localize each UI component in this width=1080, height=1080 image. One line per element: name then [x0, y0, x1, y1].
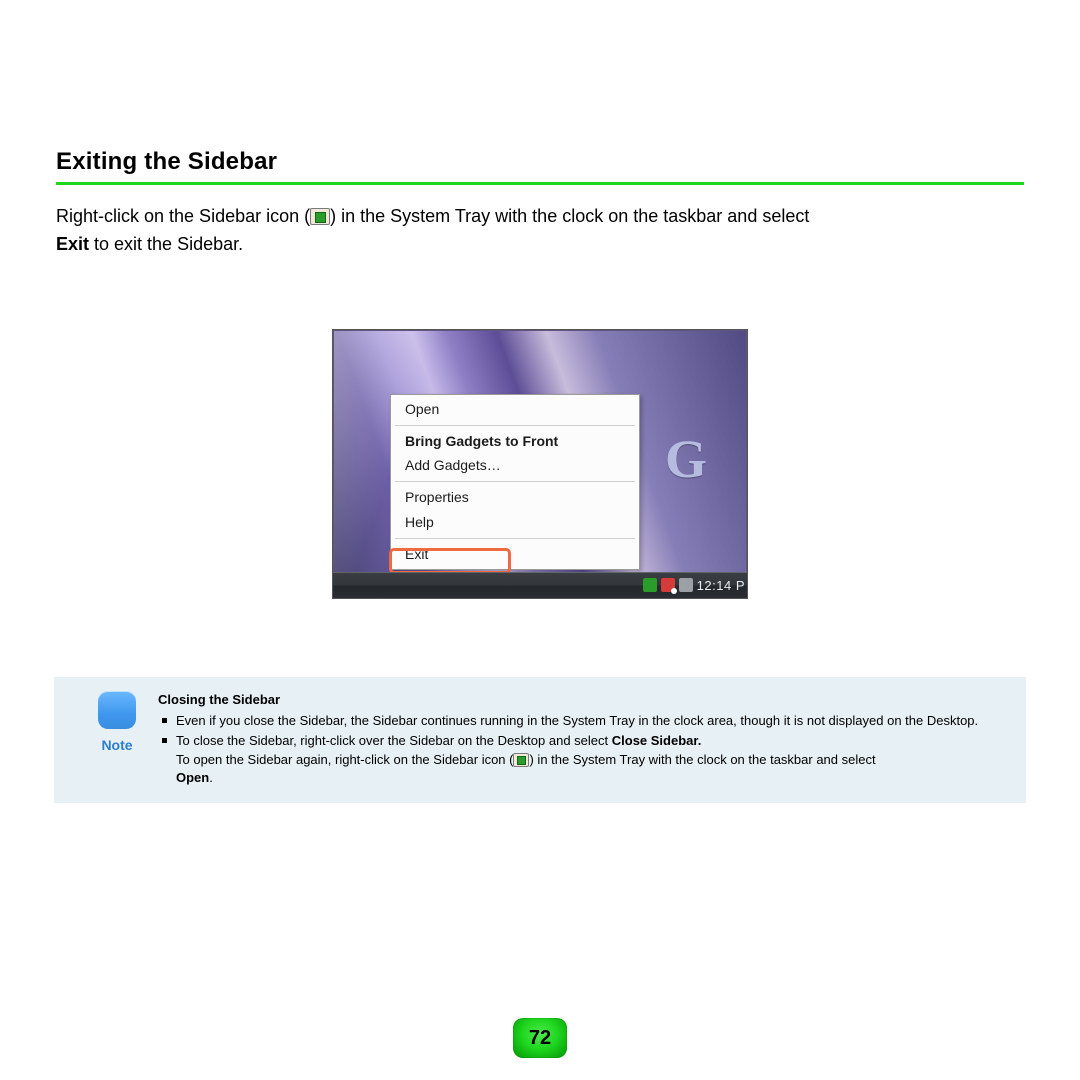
note-sub-a: To open the Sidebar again, right-click o… [176, 752, 513, 767]
note-icon [98, 691, 136, 729]
instruction-text-2: ) in the System Tray with the clock on t… [330, 206, 809, 226]
page-number-badge: 72 [513, 1018, 567, 1058]
sidebar-tray-icon [513, 753, 529, 767]
screenshot-figure: G Open Bring Gadgets to Front Add Gadget… [332, 329, 748, 599]
note-bullet-2: To close the Sidebar, right-click over t… [158, 732, 1008, 750]
note-sub-c: . [209, 770, 213, 785]
menu-item-bring-gadgets-to-front[interactable]: Bring Gadgets to Front [391, 429, 639, 454]
note-bullet-2-bold: Close Sidebar. [612, 733, 702, 748]
taskbar: 12:14 P [333, 572, 747, 598]
wallpaper-logo-fragment: G [665, 428, 707, 490]
tray-volume-icon[interactable] [679, 578, 693, 592]
sidebar-tray-icon [310, 208, 330, 225]
section-heading: Exiting the Sidebar [56, 148, 1024, 176]
menu-separator [395, 481, 635, 482]
note-box: Note Closing the Sidebar Even if you clo… [54, 677, 1026, 803]
instruction-text-3: to exit the Sidebar. [89, 234, 243, 254]
menu-item-add-gadgets[interactable]: Add Gadgets… [391, 453, 639, 478]
note-label: Note [76, 737, 158, 753]
taskbar-clock: 12:14 P [697, 578, 745, 593]
note-sub-bold: Open [176, 770, 209, 785]
note-bullet-1: Even if you close the Sidebar, the Sideb… [158, 712, 1008, 730]
system-tray: 12:14 P [643, 573, 745, 598]
menu-separator [395, 538, 635, 539]
heading-underline [56, 182, 1024, 185]
menu-item-exit[interactable]: Exit [391, 542, 639, 567]
menu-item-help[interactable]: Help [391, 510, 639, 535]
context-menu: Open Bring Gadgets to Front Add Gadgets…… [390, 394, 640, 570]
note-title: Closing the Sidebar [158, 691, 1008, 709]
menu-separator [395, 425, 635, 426]
menu-item-properties[interactable]: Properties [391, 485, 639, 510]
instruction-text-1: Right-click on the Sidebar icon ( [56, 206, 310, 226]
note-bullet-2a: To close the Sidebar, right-click over t… [176, 733, 612, 748]
instruction-paragraph: Right-click on the Sidebar icon ( ) in th… [56, 203, 1024, 259]
tray-network-icon[interactable] [661, 578, 675, 592]
instruction-exit-bold: Exit [56, 234, 89, 254]
note-sub-b: ) in the System Tray with the clock on t… [529, 752, 875, 767]
note-subline: To open the Sidebar again, right-click o… [158, 751, 1008, 786]
menu-item-open[interactable]: Open [391, 397, 639, 422]
tray-app-icon[interactable] [643, 578, 657, 592]
